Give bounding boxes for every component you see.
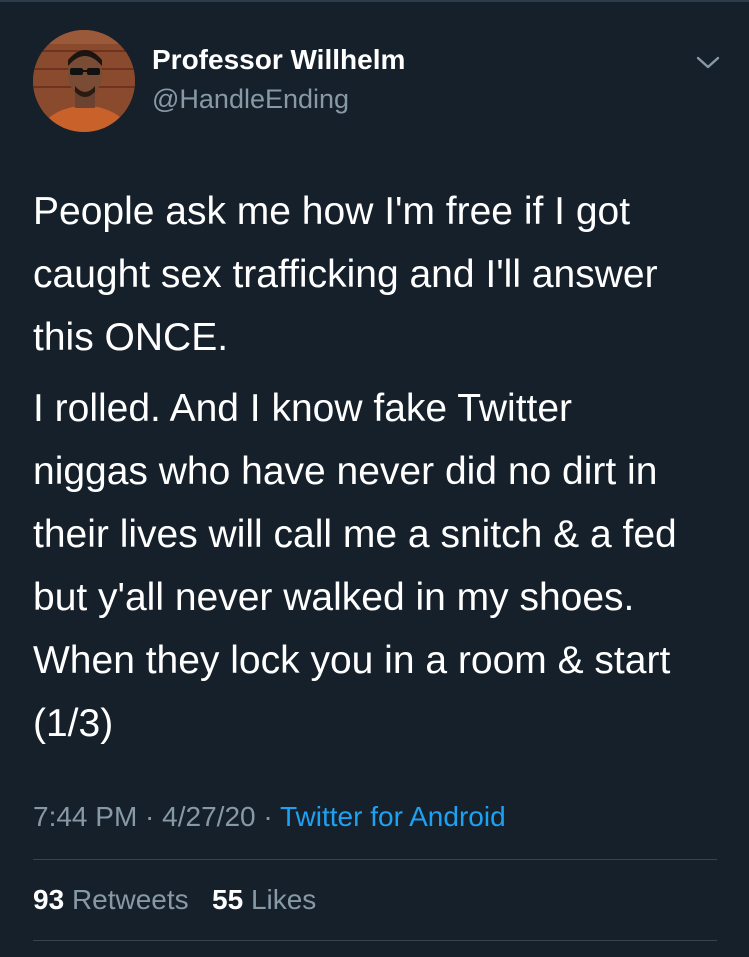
tweet-line: (1/3): [33, 702, 114, 745]
tweet-date[interactable]: 4/27/20: [162, 801, 255, 832]
retweets-count: 93: [33, 884, 65, 915]
avatar[interactable]: [33, 30, 135, 132]
tweet-source-link[interactable]: Twitter for Android: [280, 801, 506, 832]
tweet-line: I rolled. And I know fake Twitter: [33, 387, 573, 430]
meta-separator: ·: [255, 801, 280, 832]
tweet-paragraph: People ask me how I'm free if I got caug…: [33, 180, 723, 369]
avatar-image: [33, 30, 135, 132]
likes-label: Likes: [250, 884, 317, 915]
tweet-line: this ONCE.: [33, 316, 229, 359]
tweet-line: their lives will call me a snitch & a fe…: [33, 513, 677, 556]
top-divider: [0, 0, 749, 2]
tweet-line: but y'all never walked in my shoes.: [33, 576, 635, 619]
divider: [33, 940, 717, 941]
engagement-stats: 93 Retweets 55 Likes: [33, 884, 316, 916]
tweet-line: People ask me how I'm free if I got: [33, 190, 631, 233]
tweet-metadata: 7:44 PM · 4/27/20 · Twitter for Android: [33, 801, 506, 833]
likes-count: 55: [212, 884, 244, 915]
author-display-name[interactable]: Professor Willhelm: [152, 44, 405, 76]
author-handle[interactable]: @HandleEnding: [152, 84, 349, 115]
tweet-time[interactable]: 7:44 PM: [33, 801, 137, 832]
tweet-text: People ask me how I'm free if I got caug…: [33, 180, 723, 755]
chevron-down-icon[interactable]: [694, 52, 722, 72]
tweet-line: When they lock you in a room & start: [33, 639, 671, 682]
divider: [33, 859, 717, 860]
tweet-paragraph: I rolled. And I know fake Twitter niggas…: [33, 377, 723, 755]
retweets-label: Retweets: [71, 884, 189, 915]
retweets-stat[interactable]: 93 Retweets: [33, 884, 189, 915]
tweet-line: niggas who have never did no dirt in: [33, 450, 658, 493]
likes-stat[interactable]: 55 Likes: [212, 884, 316, 915]
tweet-line: caught sex trafficking and I'll answer: [33, 253, 658, 296]
meta-separator: ·: [137, 801, 163, 832]
